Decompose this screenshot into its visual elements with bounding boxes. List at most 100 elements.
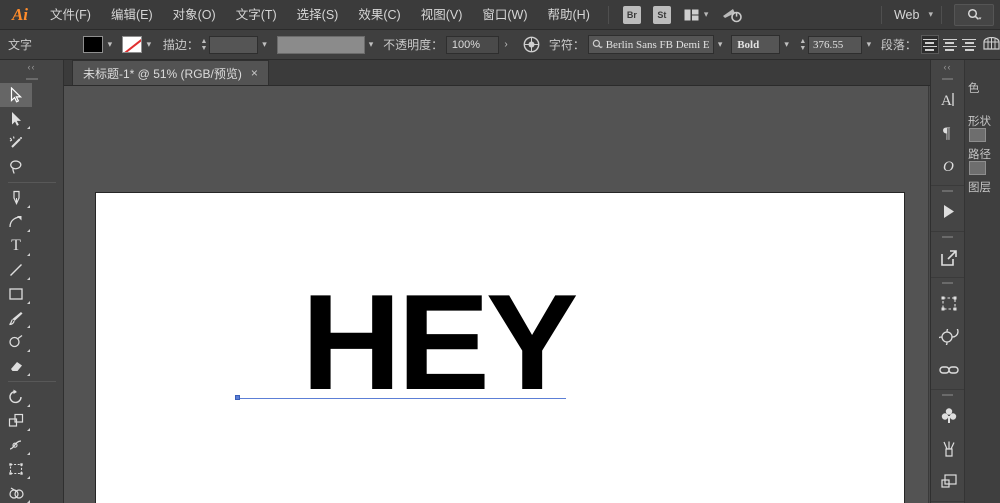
export-panel-icon[interactable] xyxy=(931,241,966,274)
arrange-documents-icon[interactable]: ▾ xyxy=(684,9,709,21)
line-segment-tool[interactable] xyxy=(0,258,32,282)
workspace-chevron-down-icon[interactable]: ▾ xyxy=(928,9,933,20)
links-panel-icon[interactable] xyxy=(931,353,966,386)
menu-effect[interactable]: 效果(C) xyxy=(348,0,410,30)
opacity-field[interactable]: 100% xyxy=(445,35,499,54)
fill-color-swatch[interactable] xyxy=(82,36,104,53)
document-tab-title: 未标题-1* @ 51% (RGB/预览) xyxy=(83,66,242,81)
selection-tool[interactable] xyxy=(0,83,32,107)
text-object-hey[interactable]: HEY xyxy=(301,274,578,410)
cc-libraries-icon[interactable] xyxy=(722,7,743,23)
width-tool[interactable] xyxy=(0,433,32,457)
tools-collapse-button[interactable]: ‹‹ xyxy=(0,60,63,74)
dock-group-handle[interactable] xyxy=(931,186,964,195)
align-left-button[interactable] xyxy=(920,35,940,54)
paintbrush-tool[interactable] xyxy=(0,306,32,330)
flyout-triangle-icon xyxy=(24,253,30,256)
bridge-button[interactable]: Br xyxy=(622,5,641,24)
pen-tool[interactable] xyxy=(0,186,32,210)
panel-label-path[interactable]: 路径 xyxy=(965,142,1000,161)
close-icon[interactable]: × xyxy=(251,67,258,79)
font-size-field[interactable]: 376.55 xyxy=(807,35,863,54)
lasso-tool[interactable] xyxy=(0,155,32,179)
align-right-button[interactable] xyxy=(960,35,979,54)
opentype-panel-icon[interactable]: O xyxy=(931,149,966,182)
scale-tool[interactable] xyxy=(0,409,32,433)
menu-view[interactable]: 视图(V) xyxy=(411,0,473,30)
menu-help[interactable]: 帮助(H) xyxy=(538,0,600,30)
font-family-value: Berlin Sans FB Demi E xyxy=(605,38,710,51)
menu-type[interactable]: 文字(T) xyxy=(226,0,287,30)
text-baseline xyxy=(236,398,566,399)
actions-panel-icon[interactable] xyxy=(931,195,966,228)
menu-object[interactable]: 对象(O) xyxy=(163,0,226,30)
cc-libraries-panel-icon[interactable] xyxy=(931,320,966,353)
menu-window[interactable]: 窗口(W) xyxy=(472,0,537,30)
stroke-weight-stepper[interactable]: ▲ ▼ xyxy=(199,36,209,54)
font-size-chevron-down-icon[interactable]: ▾ xyxy=(862,36,875,53)
dock-group-handle[interactable] xyxy=(931,390,964,399)
font-style-chevron-down-icon[interactable]: ▾ xyxy=(780,36,793,53)
paragraph-panel-icon[interactable]: ¶ xyxy=(931,116,966,149)
stroke-profile-chevron-down-icon[interactable]: ▾ xyxy=(365,36,378,53)
opacity-options-button[interactable]: › xyxy=(499,36,514,54)
shape-builder-tool[interactable] xyxy=(0,481,32,503)
stroke-weight-field[interactable] xyxy=(209,35,259,54)
recolor-artwork-icon[interactable] xyxy=(523,36,540,53)
stroke-weight-chevron-down-icon[interactable]: ▾ xyxy=(258,36,271,53)
artwork-layer: HEY xyxy=(64,86,944,503)
type-tool[interactable]: T xyxy=(0,234,32,258)
transform-panel-icon[interactable] xyxy=(931,287,966,320)
shaper-tool[interactable] xyxy=(0,330,32,354)
flyout-triangle-icon xyxy=(24,349,30,352)
menu-edit[interactable]: 编辑(E) xyxy=(101,0,163,30)
rotate-tool[interactable] xyxy=(0,385,32,409)
search-button[interactable] xyxy=(954,3,994,26)
direct-selection-tool[interactable] xyxy=(0,107,32,131)
magic-wand-tool[interactable] xyxy=(0,131,32,155)
dock-group-handle[interactable] xyxy=(931,278,964,287)
align-center-button[interactable] xyxy=(940,35,959,54)
workspace-label[interactable]: Web xyxy=(890,8,923,22)
flyout-triangle-icon xyxy=(24,428,30,431)
document-tab[interactable]: 未标题-1* @ 51% (RGB/预览) × xyxy=(72,60,269,85)
shape-panel-mini-icon[interactable] xyxy=(969,128,986,142)
curvature-tool[interactable] xyxy=(0,210,32,234)
fill-chevron-down-icon[interactable]: ▾ xyxy=(103,36,116,53)
tools-drag-handle[interactable] xyxy=(0,74,63,83)
path-panel-mini-icon[interactable] xyxy=(969,161,986,175)
panel-label-color[interactable]: 色 xyxy=(965,76,1000,96)
font-size-stepper[interactable]: ▲ ▼ xyxy=(798,36,808,54)
chevron-down-icon: ▾ xyxy=(703,9,709,19)
free-transform-tool[interactable] xyxy=(0,457,32,481)
eraser-tool[interactable] xyxy=(0,354,32,378)
character-label[interactable]: 字符： xyxy=(549,36,585,53)
rectangle-tool[interactable] xyxy=(0,282,32,306)
text-anchor-point[interactable] xyxy=(235,395,240,400)
panel-label-shape[interactable]: 形状 xyxy=(965,109,1000,128)
paragraph-label[interactable]: 段落： xyxy=(881,36,917,53)
menu-select[interactable]: 选择(S) xyxy=(287,0,349,30)
dock-group-handle[interactable] xyxy=(931,74,964,83)
panel-label-layers[interactable]: 图层 xyxy=(965,175,1000,195)
stock-button[interactable]: St xyxy=(652,5,671,24)
layers-panel-icon[interactable] xyxy=(931,465,966,498)
transparency-grid-icon[interactable] xyxy=(983,37,1000,52)
font-family-chevron-down-icon[interactable]: ▾ xyxy=(714,36,727,53)
active-tool-label: 文字 xyxy=(8,38,33,52)
stroke-profile-field[interactable] xyxy=(276,35,365,54)
font-family-field[interactable]: Berlin Sans FB Demi E xyxy=(587,35,714,54)
canvas-area[interactable]: HEY xyxy=(64,86,944,503)
stroke-chevron-down-icon[interactable]: ▾ xyxy=(142,36,155,53)
font-search-icon xyxy=(592,39,603,49)
menu-file[interactable]: 文件(F) xyxy=(40,0,101,30)
right-panel-strip: 色 形状 路径 图层 xyxy=(965,60,1000,503)
brushes-panel-icon[interactable] xyxy=(931,432,966,465)
font-style-field[interactable]: Bold xyxy=(731,35,781,54)
dock-group-handle[interactable] xyxy=(931,232,964,241)
character-panel-icon[interactable]: A xyxy=(931,83,966,116)
dock-collapse-button[interactable]: ‹‹ xyxy=(931,60,964,74)
symbols-panel-icon[interactable] xyxy=(931,399,966,432)
dock-group-export xyxy=(931,232,964,278)
stroke-color-swatch[interactable] xyxy=(121,36,143,53)
